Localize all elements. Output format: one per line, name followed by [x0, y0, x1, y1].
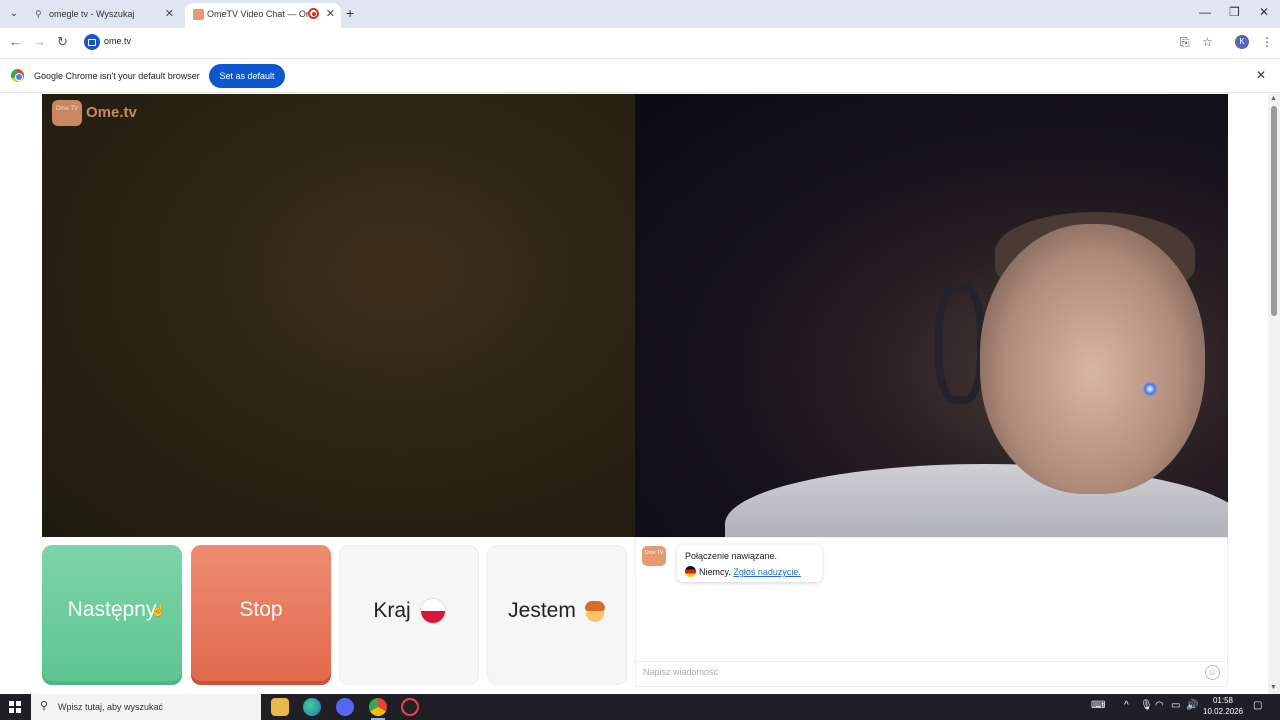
next-button-label: Następny [67, 598, 157, 621]
scroll-thumb[interactable] [1271, 106, 1277, 316]
reload-icon[interactable]: ↻ [57, 34, 68, 50]
ometv-favicon-icon [193, 9, 204, 20]
logo-text: Ome.tv [86, 104, 137, 121]
country-button[interactable]: Kraj [339, 545, 479, 685]
default-browser-infobar: Google Chrome isn't your default browser [0, 58, 1280, 93]
local-video [42, 94, 635, 537]
smiley-icon[interactable]: ☺ [1205, 665, 1220, 680]
close-icon[interactable]: ✕ [165, 7, 174, 20]
country-name: Niemcy. [699, 567, 731, 577]
tab-title: omegle tv - Wyszukaj [49, 9, 135, 19]
chat-input-bar [636, 661, 1226, 686]
logo-tv-icon: Ome TV [52, 100, 82, 126]
connection-status: Połączenie nawiązane. [685, 551, 778, 561]
discord-icon[interactable] [336, 698, 354, 716]
taskbar-search-placeholder: Wpisz tutaj, aby wyszukać [58, 702, 164, 712]
boy-emoji-icon [584, 599, 606, 623]
chrome-icon[interactable] [369, 698, 387, 720]
partner-country: Niemcy. Zgłoś nadużycie. [685, 566, 801, 577]
set-as-default-button[interactable]: Set as default [209, 64, 285, 88]
minimize-icon[interactable]: — [1199, 5, 1211, 19]
site-info-icon[interactable] [84, 34, 100, 50]
wifi-icon[interactable]: ◠ [1155, 700, 1164, 711]
stop-button[interactable]: Stop [191, 545, 331, 685]
close-icon[interactable]: ✕ [1259, 5, 1269, 19]
notifications-icon[interactable]: ▢ [1253, 700, 1262, 711]
file-explorer-icon[interactable] [271, 698, 289, 716]
search-icon: ⚲ [40, 700, 49, 712]
scroll-up-icon[interactable]: ▲ [1270, 95, 1277, 102]
menu-dots-icon[interactable]: ⋮ [1261, 35, 1273, 49]
poland-flag-icon [420, 599, 445, 624]
microphone-icon[interactable]: 🎙 [1140, 700, 1153, 711]
battery-icon[interactable]: ▭ [1171, 700, 1180, 711]
chevron-up-icon[interactable]: ^ [1124, 700, 1129, 711]
star-icon[interactable]: ☆ [1202, 35, 1213, 49]
ometv-avatar-icon: Ome TV [642, 546, 666, 566]
report-abuse-link[interactable]: Zgłoś nadużycie. [733, 567, 801, 577]
chevron-down-icon[interactable]: ⌄ [6, 6, 22, 22]
taskbar-search[interactable]: ⚲ Wpisz tutaj, aby wyszukać [31, 694, 261, 720]
tab-bar: ⌄ ⚲ omegle tv - Wyszukaj ✕ OmeTV Video C… [0, 0, 1280, 28]
clock-date: 10.02.2026 [1203, 707, 1244, 716]
remote-video [635, 94, 1228, 537]
windows-start-icon[interactable] [9, 701, 21, 713]
ometv-logo[interactable]: Ome TV Ome.tv [52, 98, 147, 128]
recorder-app-icon[interactable] [401, 698, 419, 716]
remote-person-face [980, 224, 1205, 494]
browser-toolbar: ← → ↻ ome.tv ⎘ ☆ ⋮ [0, 28, 1280, 57]
infobar-text: Google Chrome isn't your default browser [34, 71, 200, 81]
forward-arrow-icon[interactable]: → [33, 34, 46, 49]
plus-icon[interactable]: + [346, 5, 354, 21]
tab-ometv[interactable]: OmeTV Video Chat — Ome ✕ [185, 3, 341, 28]
profile-avatar[interactable]: K [1235, 35, 1249, 49]
tab-omegle-search[interactable]: ⚲ omegle tv - Wyszukaj ✕ [27, 3, 180, 28]
recording-icon [308, 8, 319, 19]
edge-icon[interactable] [303, 698, 321, 716]
germany-flag-icon [685, 566, 696, 577]
back-arrow-icon[interactable]: ← [9, 34, 22, 49]
page-scrollbar[interactable]: ▲ ▼ [1268, 94, 1280, 694]
system-message: Połączenie nawiązane. Niemcy. Zgłoś nadu… [677, 545, 822, 582]
stop-button-label: Stop [239, 598, 283, 621]
close-icon[interactable]: ✕ [326, 7, 335, 20]
country-button-label: Kraj [373, 599, 411, 622]
gender-button-label: Jestem [508, 599, 576, 622]
taskbar-clock[interactable]: 01:58 10.02.2026 [1203, 695, 1243, 717]
search-icon: ⚲ [35, 9, 42, 19]
gender-button[interactable]: Jestem [487, 545, 627, 685]
address-bar[interactable]: ome.tv [104, 36, 131, 46]
install-icon[interactable]: ⎘ [1180, 35, 1190, 50]
chrome-logo-icon [11, 69, 24, 82]
close-icon[interactable]: ✕ [1256, 68, 1266, 82]
keyboard-icon[interactable]: ⌨ [1091, 700, 1105, 711]
tab-title: OmeTV Video Chat — Ome [207, 9, 309, 19]
headphones [935, 284, 985, 404]
mouse-cursor-icon: ☝ [151, 603, 166, 617]
scroll-down-icon[interactable]: ▼ [1270, 684, 1277, 691]
restore-icon[interactable]: ❐ [1229, 5, 1240, 19]
headphone-led [1143, 382, 1157, 396]
message-input[interactable] [643, 667, 1183, 677]
clock-time: 01:58 [1212, 696, 1234, 705]
volume-icon[interactable]: 🔊 [1186, 700, 1198, 711]
